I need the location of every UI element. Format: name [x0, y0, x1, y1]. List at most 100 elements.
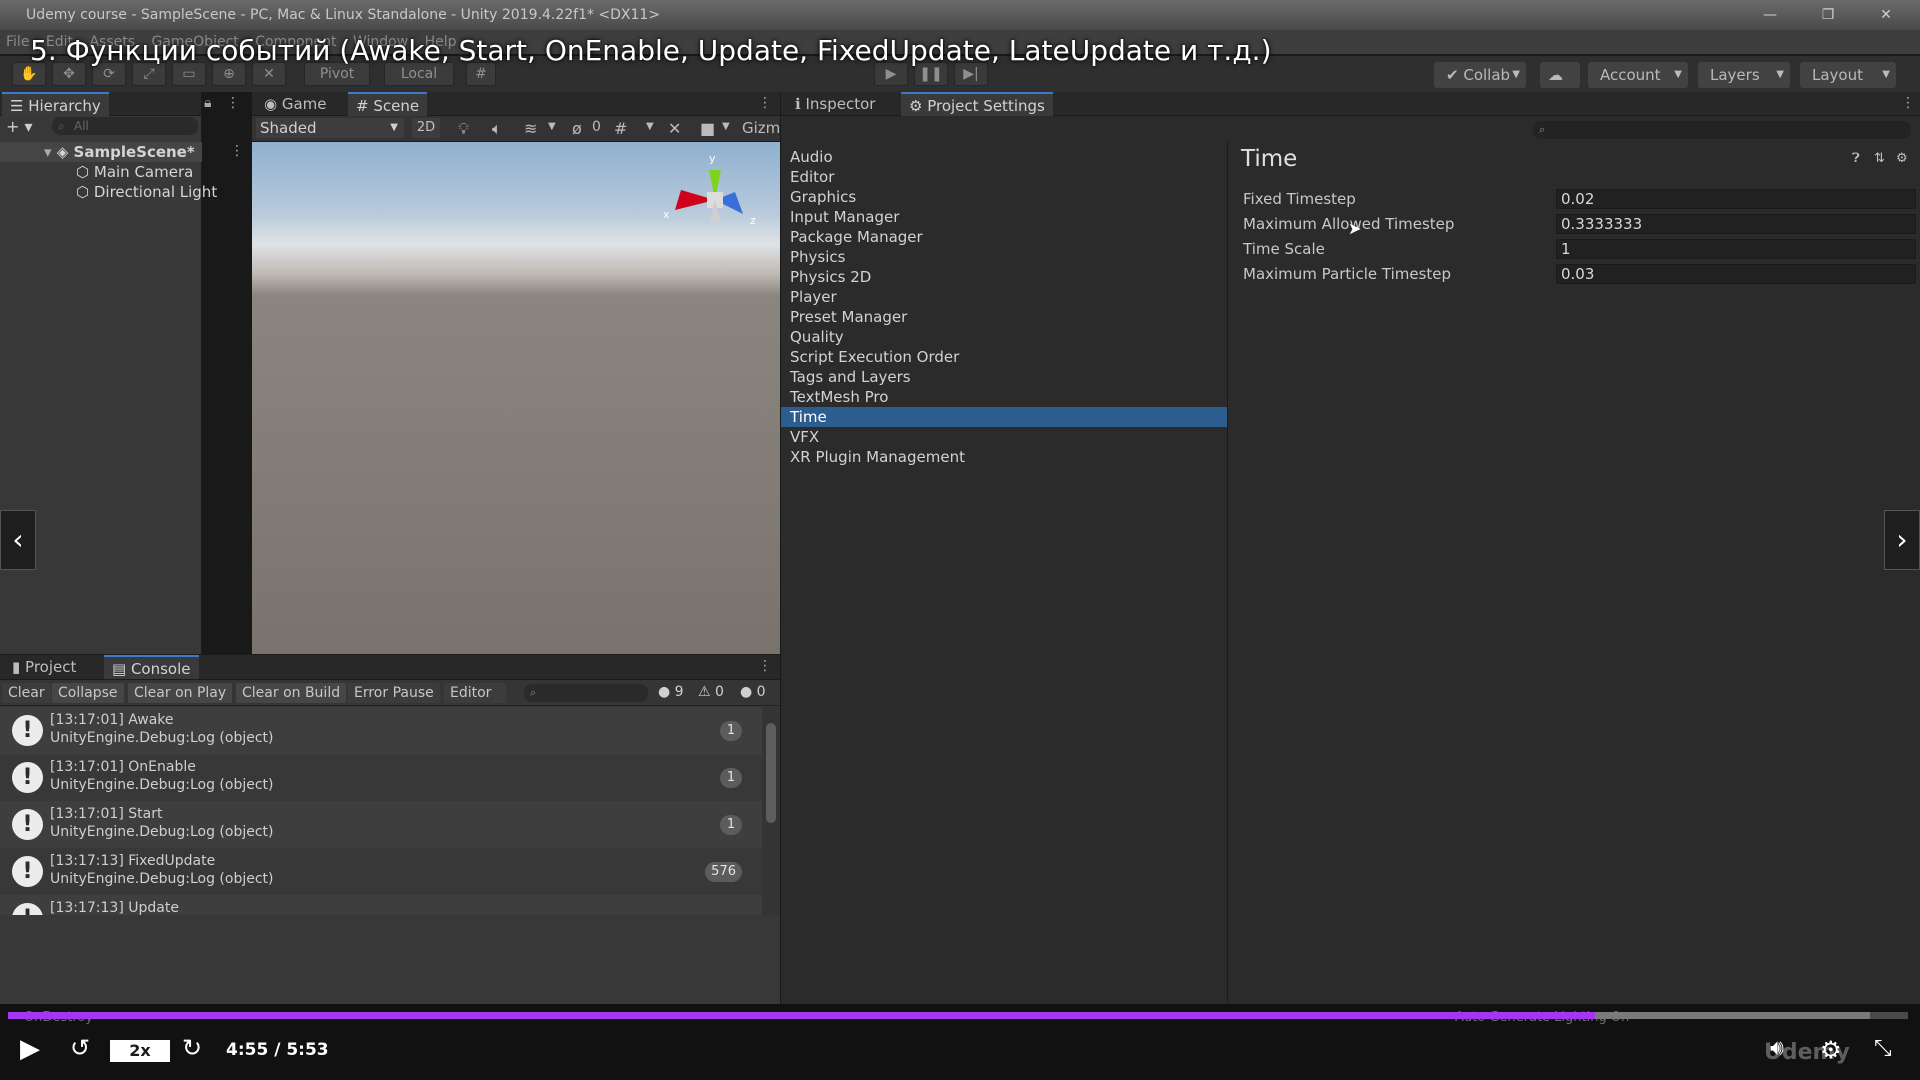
settings-item-input-manager[interactable]: Input Manager	[781, 207, 1227, 227]
settings-search-input[interactable]: ⌕	[1533, 121, 1911, 139]
more-icon[interactable]: ⋮	[1901, 95, 1915, 111]
local-label: Local	[400, 66, 438, 82]
tab-project-settings[interactable]: ⚙ Project Settings	[901, 92, 1053, 116]
settings-item-editor[interactable]: Editor	[781, 167, 1227, 187]
layout-dropdown[interactable]: Layout ▼	[1800, 62, 1896, 88]
console-log-row[interactable]: ! [13:17:01] Start UnityEngine.Debug:Log…	[0, 801, 762, 848]
tab-console[interactable]: ▤ Console	[104, 655, 199, 679]
lock-icon[interactable]: 🔒︎	[204, 95, 211, 111]
minimize-icon[interactable]: —	[1750, 0, 1790, 30]
chevron-down-icon[interactable]: ▼	[646, 121, 654, 132]
clear-on-play-button[interactable]: Clear on Play	[128, 683, 233, 703]
hierarchy-scene-item[interactable]: ▾ ◈ SampleScene*	[44, 143, 195, 161]
chevron-down-icon[interactable]: ▼	[722, 121, 730, 132]
more-icon[interactable]: ⋮	[758, 95, 772, 111]
settings-item-time[interactable]: Time	[781, 407, 1227, 427]
clear-on-build-button[interactable]: Clear on Build	[236, 683, 347, 703]
time-scale-input[interactable]: 1	[1556, 239, 1916, 259]
settings-item-audio[interactable]: Audio	[781, 147, 1227, 167]
collab-dropdown[interactable]: ✔ Collab ▼	[1434, 62, 1526, 88]
scrollbar-thumb[interactable]	[766, 723, 776, 823]
tab-project[interactable]: ▮ Project	[4, 655, 84, 679]
chevron-down-icon[interactable]: ▼	[548, 121, 556, 132]
menu-file[interactable]: File	[6, 34, 29, 50]
settings-item-physics-2d[interactable]: Physics 2D	[781, 267, 1227, 287]
log-count-toggle[interactable]: ● 9	[658, 684, 684, 700]
more-icon[interactable]: ⋮	[226, 95, 240, 111]
gizmos-dropdown[interactable]: Gizm	[742, 119, 780, 137]
help-icon[interactable]: ❓︎	[1852, 151, 1860, 166]
cloud-button[interactable]: ☁	[1540, 62, 1580, 88]
rewind-icon[interactable]: ↺	[70, 1034, 90, 1062]
persp-label[interactable]: < Persp	[682, 258, 733, 273]
hidden-count: 0	[592, 119, 601, 135]
log-collapse-count: 576	[705, 862, 742, 882]
tab-scene[interactable]: # Scene	[348, 92, 428, 116]
effects-icon[interactable]: ≋	[524, 119, 537, 138]
volume-icon[interactable]: 🔊︎	[1770, 1036, 1784, 1061]
settings-item-vfx[interactable]: VFX	[781, 427, 1227, 447]
console-search-input[interactable]: ⌕	[524, 684, 648, 702]
play-icon[interactable]: ▶	[20, 1034, 40, 1064]
expand-arrow-icon[interactable]: ▾	[44, 143, 57, 161]
settings-item-quality[interactable]: Quality	[781, 327, 1227, 347]
console-log-row[interactable]: ! [13:17:01] OnEnable UnityEngine.Debug:…	[0, 754, 762, 801]
error-count: 0	[756, 684, 766, 700]
maximize-icon[interactable]: ❐	[1808, 0, 1848, 30]
tab-inspector[interactable]: ℹ Inspector	[787, 92, 883, 116]
forward-icon[interactable]: ↻	[182, 1034, 202, 1062]
log-message: [13:17:01] Awake	[50, 712, 174, 728]
tab-game[interactable]: ◉ Game	[256, 92, 335, 116]
settings-item-script-execution-order[interactable]: Script Execution Order	[781, 347, 1227, 367]
prev-lecture-button[interactable]: ‹	[0, 510, 36, 570]
warning-count-toggle[interactable]: ⚠ 0	[698, 684, 724, 700]
console-log-row[interactable]: ! [13:17:01] Awake UnityEngine.Debug:Log…	[0, 707, 762, 754]
settings-item-tags-and-layers[interactable]: Tags and Layers	[781, 367, 1227, 387]
more-icon[interactable]: ⋮	[758, 658, 772, 674]
audio-icon[interactable]: 🔈︎	[492, 119, 502, 139]
settings-icon[interactable]: ⚙	[1820, 1036, 1842, 1064]
scene-gizmo[interactable]: y x z	[655, 148, 765, 248]
tab-hierarchy[interactable]: ☰ Hierarchy	[2, 92, 109, 116]
hierarchy-search-input[interactable]: ⌕ All	[52, 117, 198, 135]
settings-item-xr-plugin-management[interactable]: XR Plugin Management	[781, 447, 1227, 467]
editor-dropdown[interactable]: Editor ▼	[444, 683, 506, 722]
settings-item-physics[interactable]: Physics	[781, 247, 1227, 267]
hierarchy-item-main-camera[interactable]: ⬡ Main Camera	[76, 163, 193, 181]
playback-speed-button[interactable]: 2x	[110, 1040, 170, 1062]
grid-toggle-icon[interactable]: #	[614, 119, 627, 138]
next-lecture-button[interactable]: ›	[1884, 510, 1920, 570]
settings-item-player[interactable]: Player	[781, 287, 1227, 307]
fullscreen-exit-icon[interactable]: ⤡	[1874, 1036, 1892, 1061]
mode-2d-toggle[interactable]: 2D	[412, 118, 440, 138]
shading-mode-dropdown[interactable]: Shaded ▼	[256, 118, 404, 138]
settings-item-preset-manager[interactable]: Preset Manager	[781, 307, 1227, 327]
preset-icon[interactable]: ⇅	[1874, 151, 1885, 166]
hidden-objects-icon[interactable]: ø	[572, 119, 582, 138]
add-object-button[interactable]: + ▾	[6, 117, 33, 136]
camera-icon[interactable]: ■	[700, 119, 715, 138]
hierarchy-item-label: Main Camera	[93, 163, 194, 181]
settings-item-textmesh-pro[interactable]: TextMesh Pro	[781, 387, 1227, 407]
max-particle-timestep-input[interactable]: 0.03	[1556, 264, 1916, 284]
hierarchy-item-directional-light[interactable]: ⬡ Directional Light	[76, 183, 217, 201]
close-icon[interactable]: ✕	[1866, 0, 1906, 30]
fixed-timestep-input[interactable]: 0.02	[1556, 189, 1916, 209]
tools-icon[interactable]: ✕	[668, 119, 681, 138]
error-pause-button[interactable]: Error Pause	[348, 683, 440, 703]
lighting-icon[interactable]: 💡︎	[458, 119, 469, 139]
settings-item-graphics[interactable]: Graphics	[781, 187, 1227, 207]
error-count-toggle[interactable]: ● 0	[740, 684, 766, 700]
account-dropdown[interactable]: Account ▼	[1588, 62, 1688, 88]
console-scrollbar[interactable]	[762, 707, 780, 915]
layers-dropdown[interactable]: Layers ▼	[1698, 62, 1790, 88]
max-allowed-timestep-input[interactable]: 0.3333333	[1556, 214, 1916, 234]
settings-gear-icon[interactable]: ⚙	[1896, 151, 1908, 166]
scene-menu-icon[interactable]: ⋮	[230, 143, 244, 159]
console-log-row[interactable]: ! [13:17:13] FixedUpdate UnityEngine.Deb…	[0, 848, 762, 895]
settings-item-package-manager[interactable]: Package Manager	[781, 227, 1227, 247]
progress-fill[interactable]	[8, 1012, 1595, 1019]
collapse-button[interactable]: Collapse	[52, 683, 124, 703]
console-log-row[interactable]: ! [13:17:13] Update	[0, 895, 762, 915]
clear-button[interactable]: Clear	[2, 683, 51, 703]
